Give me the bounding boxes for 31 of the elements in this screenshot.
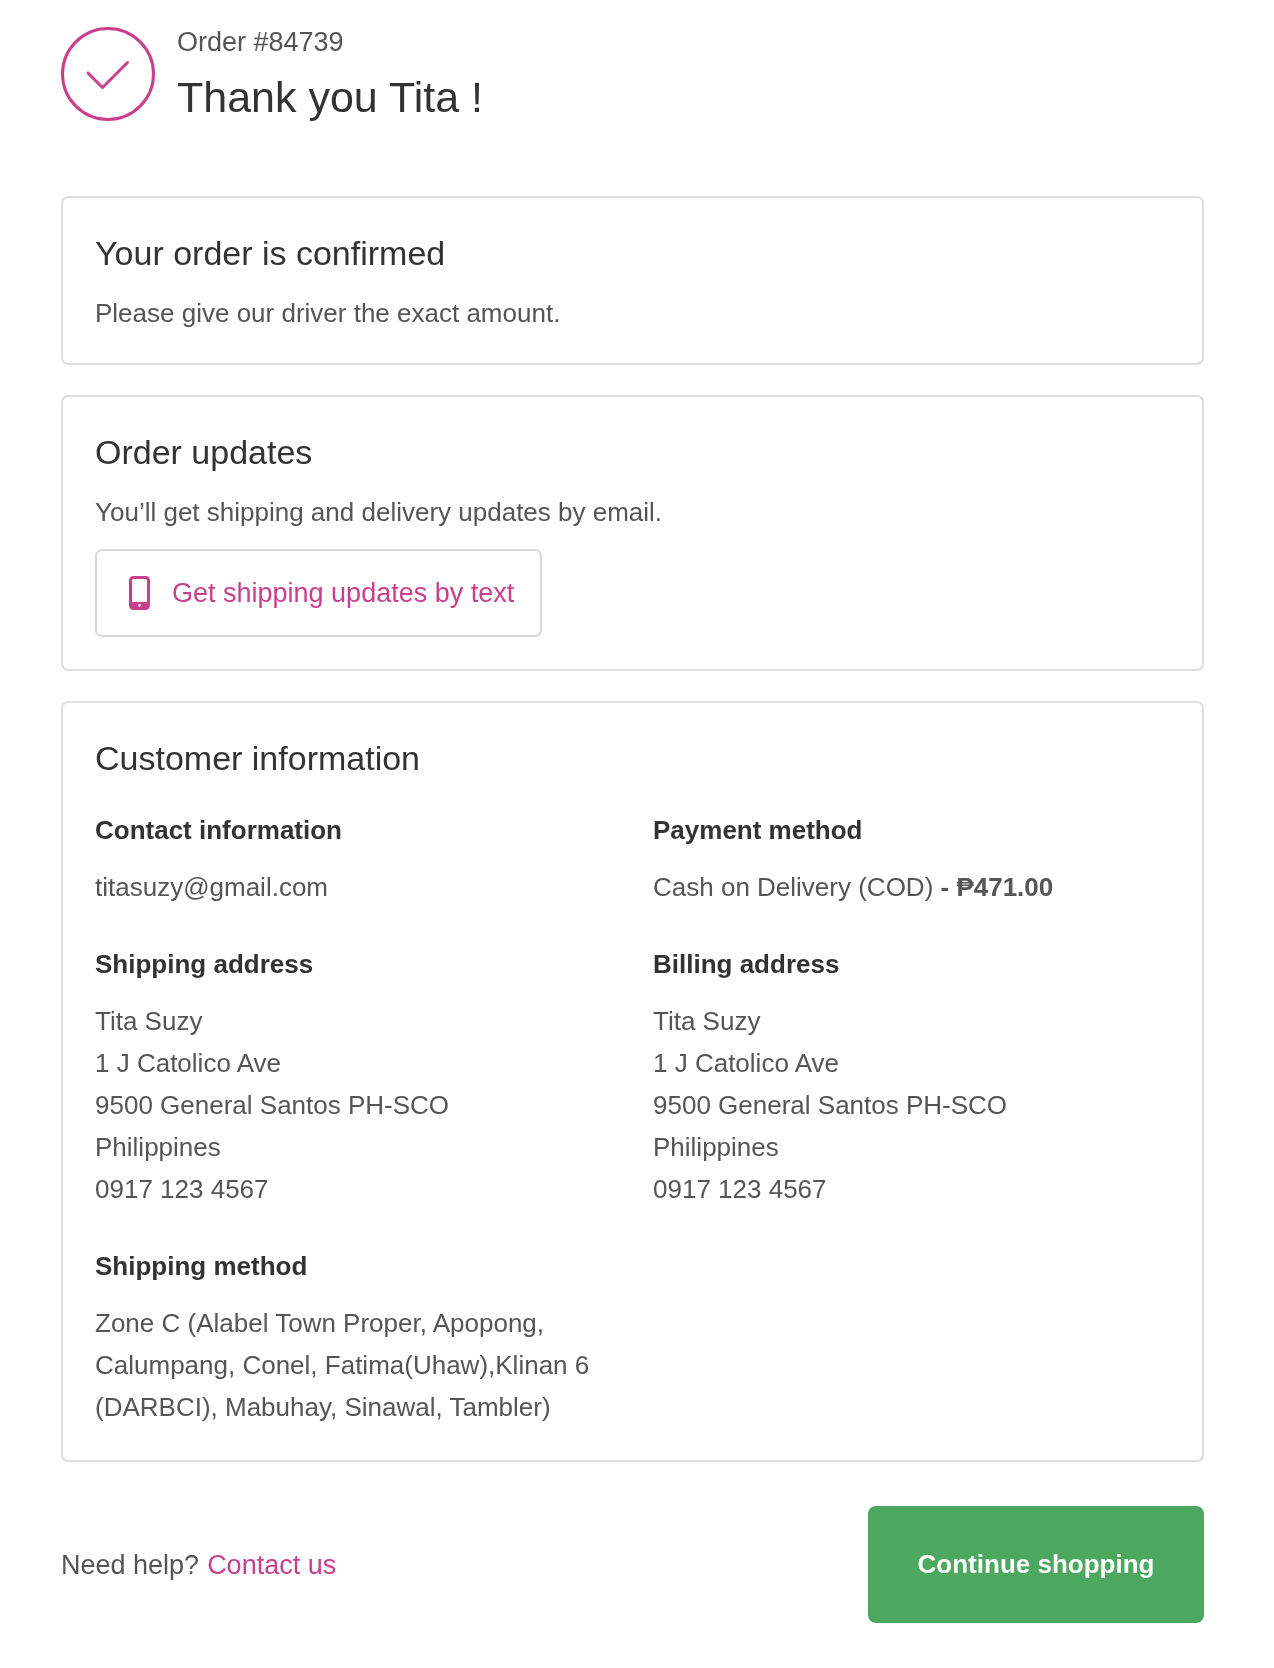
section-heading: Payment method <box>653 815 863 845</box>
detail-line: 1 J Catolico Ave <box>653 1047 839 1080</box>
section-heading: Billing address <box>653 949 840 979</box>
detail-line: Tita Suzy <box>653 1005 761 1038</box>
detail-line: Philippines <box>95 1131 221 1164</box>
help-text: Need help? <box>61 1548 200 1582</box>
order-number: Order #84739 <box>177 27 344 57</box>
card-message: You’ll get shipping and delivery updates by email. <box>95 496 663 529</box>
contact-link[interactable]: Contact us <box>207 1547 337 1582</box>
detail-line: 9500 General Santos PH-SCO <box>653 1089 1008 1122</box>
continue-shopping-button[interactable]: Continue shopping <box>868 1506 1204 1623</box>
section-heading: Shipping address <box>95 949 314 979</box>
phone-icon <box>129 576 150 610</box>
card-title: Customer information <box>95 738 420 779</box>
text-updates-button[interactable]: Get shipping updates by text <box>95 549 543 637</box>
detail-line: titasuzy@gmail.com <box>95 871 328 904</box>
section-heading: Contact information <box>95 815 342 845</box>
detail-line: Philippines <box>653 1131 779 1164</box>
card-message: Please give our driver the exact amount. <box>95 297 561 330</box>
detail-line: 1 J Catolico Ave <box>95 1047 281 1080</box>
detail-line: Zone C (Alabel Town Proper, Apopong, Calumpang, Conel, Fatima(Uhaw),Klinan 6 (DARBCI), Mabuhay, Sinawal, Tambler) <box>95 1307 591 1424</box>
section-heading: Shipping method <box>95 1251 308 1281</box>
detail-line: 0917 123 4567 <box>653 1173 827 1206</box>
check-circle-icon <box>61 27 155 121</box>
detail-line: Cash on Delivery (COD) - ₱471.00 <box>653 871 1054 904</box>
detail-line: Tita Suzy <box>95 1005 203 1038</box>
card-title: Your order is confirmed <box>95 233 446 274</box>
detail-line: 0917 123 4567 <box>95 1173 269 1206</box>
card-title: Order updates <box>95 432 313 473</box>
detail-line: 9500 General Santos PH-SCO <box>95 1089 450 1122</box>
thank-you-title: Thank you Tita ! <box>177 72 483 122</box>
